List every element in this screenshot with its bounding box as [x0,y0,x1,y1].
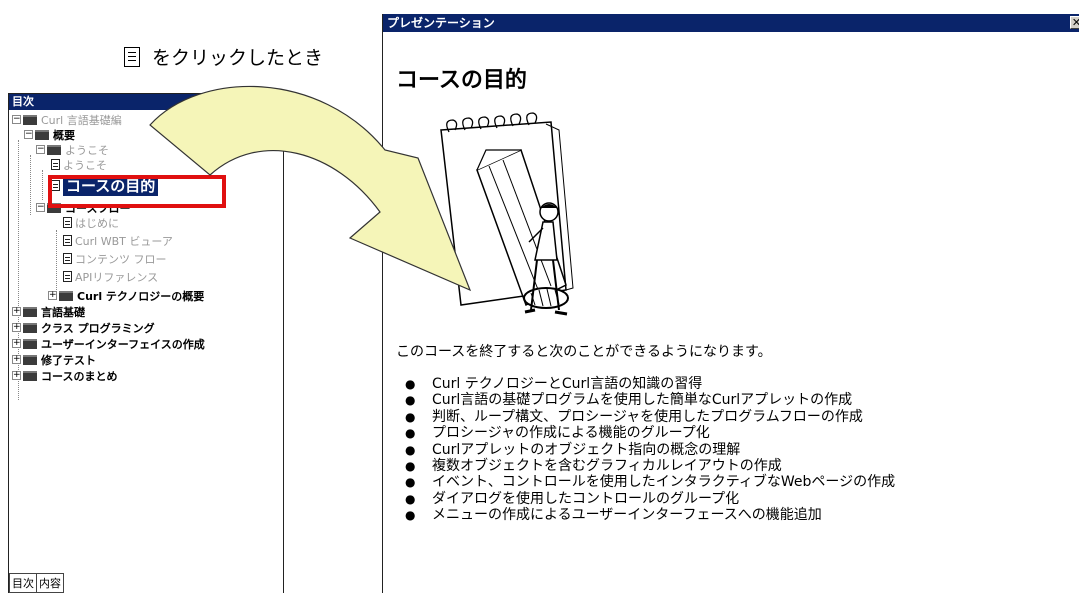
curved-arrow-icon [149,85,472,292]
arrow-overlay [149,85,472,292]
